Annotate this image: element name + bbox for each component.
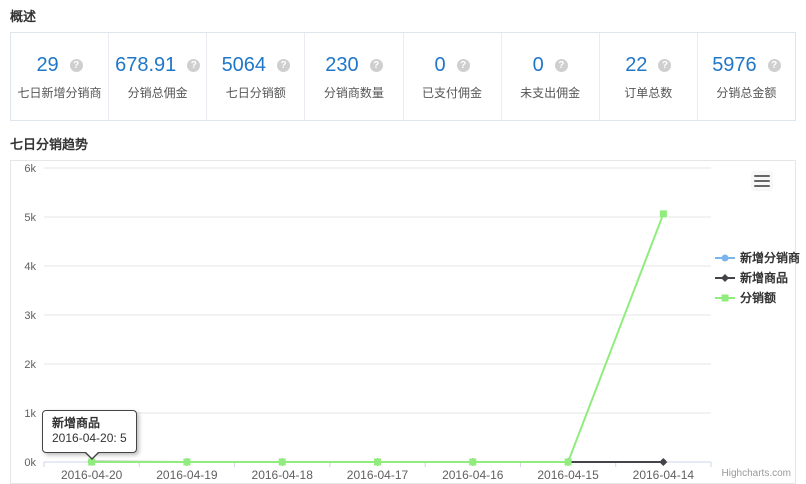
y-axis-label: 3k (24, 310, 36, 322)
stat-cell-total-amount: 5976 ? 分销总金额 (698, 33, 795, 120)
legend-marker-square-icon (714, 292, 736, 304)
chart-context-menu-button[interactable] (751, 171, 773, 191)
y-axis-label: 4k (24, 261, 36, 273)
stat-value: 5064 (222, 54, 267, 77)
x-axis-label: 2016-04-17 (347, 468, 409, 482)
stat-label: 分销商数量 (305, 84, 402, 101)
y-axis-label: 1k (24, 408, 36, 420)
legend-item-new-products[interactable]: 新增商品 (714, 269, 800, 286)
stat-value: 29 (36, 54, 58, 77)
stat-value: 0 (533, 54, 544, 77)
data-point (374, 459, 381, 466)
stat-label: 分销总金额 (698, 84, 795, 101)
help-icon[interactable]: ? (457, 59, 470, 72)
x-axis-label: 2016-04-14 (633, 468, 695, 482)
stat-label: 已支付佣金 (404, 84, 501, 101)
y-axis-label: 0k (24, 457, 36, 469)
stat-value: 230 (325, 54, 358, 77)
stat-value: 22 (625, 54, 647, 77)
y-axis-label: 2k (24, 359, 36, 371)
data-point (659, 458, 667, 466)
help-icon[interactable]: ? (658, 59, 671, 72)
stat-cell-paid-commission: 0 ? 已支付佣金 (404, 33, 502, 120)
stat-value: 0 (435, 54, 446, 77)
hamburger-icon (754, 180, 770, 183)
stat-cell-distributor-count: 230 ? 分销商数量 (305, 33, 403, 120)
stat-label: 未支出佣金 (502, 84, 599, 101)
stats-panel: 29 ? 七日新增分销商 678.91 ? 分销总佣金 5064 ? 七日分销额… (10, 32, 796, 121)
tooltip-value: 2016-04-20: 5 (52, 431, 127, 446)
trend-chart-title: 七日分销趋势 (10, 134, 796, 153)
stat-label: 七日新增分销商 (11, 84, 108, 101)
series-line (92, 214, 664, 462)
tooltip-series-name: 新增商品 (52, 416, 127, 431)
chart-legend: 新增分销商 新增商品 分销额 (714, 249, 800, 306)
legend-label: 新增商品 (740, 269, 788, 286)
legend-marker-circle-icon (714, 252, 736, 264)
x-axis-label: 2016-04-16 (442, 468, 504, 482)
stat-cell-unpaid-commission: 0 ? 未支出佣金 (502, 33, 600, 120)
help-icon[interactable]: ? (768, 59, 781, 72)
stat-cell-new-distributors-7d: 29 ? 七日新增分销商 (11, 33, 109, 120)
stat-cell-total-commission: 678.91 ? 分销总佣金 (109, 33, 207, 120)
x-axis-label: 2016-04-18 (252, 468, 314, 482)
stat-label: 七日分销额 (207, 84, 304, 101)
stat-value: 678.91 (115, 54, 176, 77)
data-point (279, 459, 286, 466)
x-axis-label: 2016-04-15 (537, 468, 599, 482)
chart-tooltip: 新增商品 2016-04-20: 5 (42, 410, 137, 453)
help-icon[interactable]: ? (370, 59, 383, 72)
stat-cell-sales-7d: 5064 ? 七日分销额 (207, 33, 305, 120)
y-axis-label: 5k (24, 212, 36, 224)
data-point (660, 210, 667, 217)
y-axis-label: 6k (24, 163, 36, 175)
x-axis-label: 2016-04-20 (61, 468, 123, 482)
help-icon[interactable]: ? (555, 59, 568, 72)
overview-title: 概述 (10, 6, 796, 25)
data-point (183, 459, 190, 466)
legend-item-new-distributors[interactable]: 新增分销商 (714, 249, 800, 266)
legend-label: 新增分销商 (740, 249, 800, 266)
stat-label: 分销总佣金 (109, 84, 206, 101)
highcharts-credit-link[interactable]: Highcharts.com (722, 468, 791, 479)
stat-cell-order-total: 22 ? 订单总数 (600, 33, 698, 120)
stat-value: 5976 (712, 54, 757, 77)
series-分销额[interactable] (88, 210, 667, 465)
legend-marker-diamond-icon (714, 272, 736, 284)
hamburger-icon (754, 175, 770, 178)
legend-item-sales-amount[interactable]: 分销额 (714, 289, 800, 306)
help-icon[interactable]: ? (277, 59, 290, 72)
stat-label: 订单总数 (600, 84, 697, 101)
x-axis-label: 2016-04-19 (156, 468, 218, 482)
data-point (469, 459, 476, 466)
legend-label: 分销额 (740, 289, 776, 306)
help-icon[interactable]: ? (70, 59, 83, 72)
help-icon[interactable]: ? (187, 59, 200, 72)
trend-chart: 0k 1k 2k 3k 4k 5k 6k 2016-04-20 2016-04-19 2016-0… (10, 160, 796, 484)
data-point (565, 459, 572, 466)
hamburger-icon (754, 185, 770, 188)
